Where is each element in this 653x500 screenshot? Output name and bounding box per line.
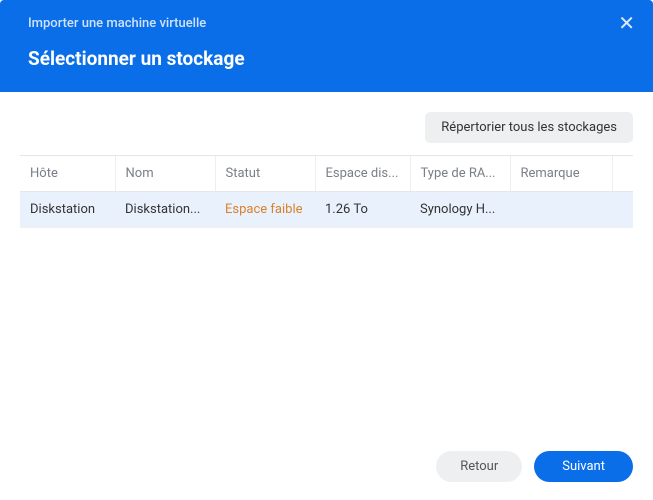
cell-host: Diskstation xyxy=(20,192,115,228)
import-vm-dialog: Importer une machine virtuelle Sélection… xyxy=(0,0,653,500)
close-icon[interactable]: ✕ xyxy=(618,13,635,33)
dialog-footer: Retour Suivant xyxy=(0,439,653,500)
breadcrumb: Importer une machine virtuelle xyxy=(28,16,633,31)
back-button[interactable]: Retour xyxy=(436,451,522,482)
cell-space: 1.26 To xyxy=(315,192,410,228)
list-all-storages-button[interactable]: Répertorier tous les stockages xyxy=(425,112,633,143)
column-header-host[interactable]: Hôte xyxy=(20,156,115,192)
cell-spacer xyxy=(613,192,634,228)
page-title: Sélectionner un stockage xyxy=(28,47,633,70)
table-body: Diskstation Diskstation... Espace faible… xyxy=(20,192,633,228)
column-header-remark[interactable]: Remarque xyxy=(510,156,613,192)
column-header-spacer xyxy=(613,156,634,192)
cell-status: Espace faible xyxy=(215,192,315,228)
cell-name: Diskstation... xyxy=(115,192,215,228)
column-header-space[interactable]: Espace dis... xyxy=(315,156,410,192)
dialog-header: Importer une machine virtuelle Sélection… xyxy=(0,0,653,92)
table-header: Hôte Nom Statut Espace dis... Type de RA… xyxy=(20,156,633,192)
storage-table: Hôte Nom Statut Espace dis... Type de RA… xyxy=(20,156,633,228)
cell-remark xyxy=(510,192,613,228)
column-header-status[interactable]: Statut xyxy=(215,156,315,192)
cell-raid: Synology H... xyxy=(410,192,510,228)
next-button[interactable]: Suivant xyxy=(534,451,633,482)
toolbar: Répertorier tous les stockages xyxy=(20,112,633,143)
dialog-content: Répertorier tous les stockages Hôte Nom … xyxy=(0,92,653,439)
storage-table-container: Hôte Nom Statut Espace dis... Type de RA… xyxy=(20,155,633,429)
table-row[interactable]: Diskstation Diskstation... Espace faible… xyxy=(20,192,633,228)
column-header-raid[interactable]: Type de RA... xyxy=(410,156,510,192)
column-header-name[interactable]: Nom xyxy=(115,156,215,192)
